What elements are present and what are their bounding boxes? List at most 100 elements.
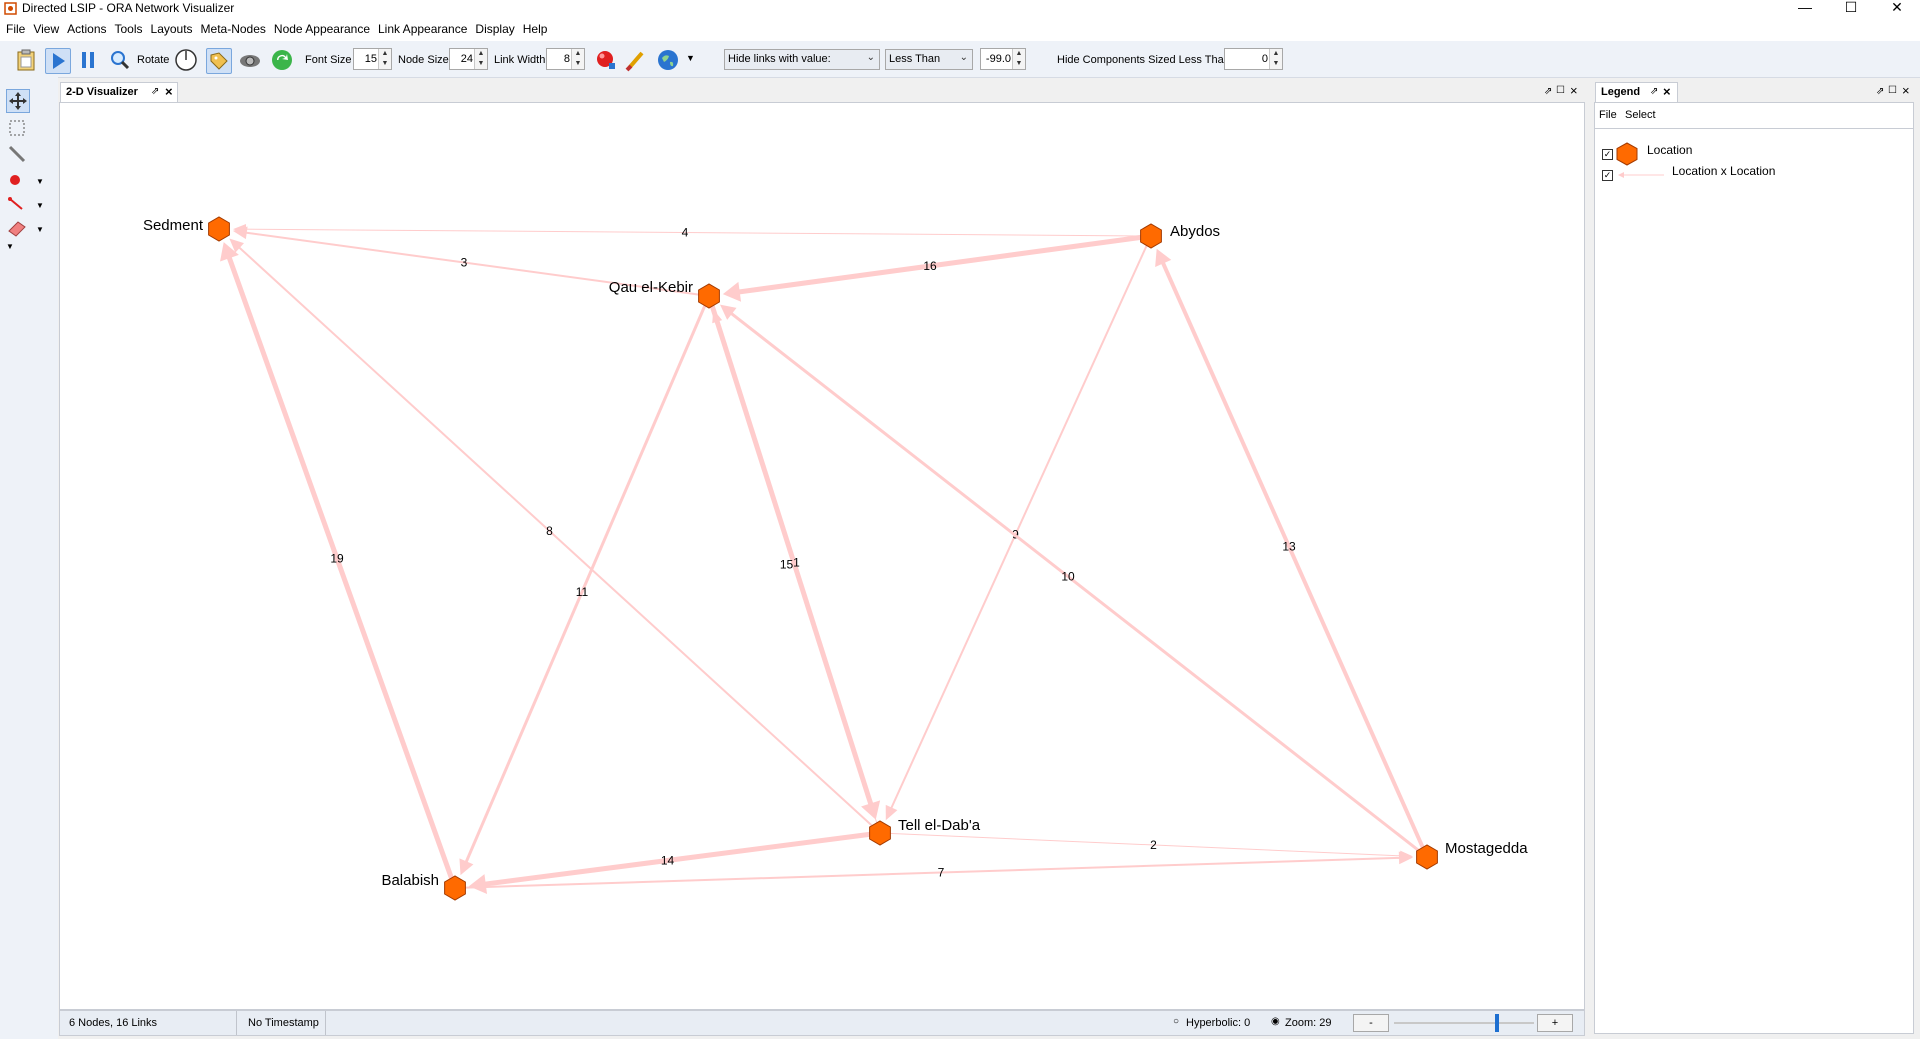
link-abydos-qau[interactable] xyxy=(730,233,1152,296)
link-abydos-tell[interactable] xyxy=(888,235,1152,814)
close-button[interactable]: ✕ xyxy=(1874,0,1920,17)
select-rectangle-icon[interactable] xyxy=(6,117,28,139)
dropdown-arrow-icon[interactable]: ▼ xyxy=(36,201,44,210)
spinner-arrows-icon[interactable]: ▲ ▼ xyxy=(474,49,487,69)
close-tab-icon[interactable]: × xyxy=(165,84,173,99)
pin-icon[interactable]: ⇗ xyxy=(1650,86,1658,97)
close-tab-icon[interactable]: × xyxy=(1663,84,1671,99)
node-label: Qau el-Kebir xyxy=(609,279,693,296)
window-title: Directed LSIP - ORA Network Visualizer xyxy=(22,1,235,15)
link-mostagedda-qau[interactable] xyxy=(725,308,1428,859)
link-tell-mostagedda[interactable] xyxy=(879,832,1406,857)
network-graph[interactable]: 431619811151910131427SedmentAbydosQau el… xyxy=(60,103,1584,1009)
menu-view[interactable]: View xyxy=(29,17,63,41)
link-value-label: 1 xyxy=(793,556,800,570)
graph-canvas[interactable]: 431619811151910131427SedmentAbydosQau el… xyxy=(59,102,1585,1010)
play-icon[interactable] xyxy=(45,48,71,74)
pane-maximize-icon[interactable]: ☐ xyxy=(1888,85,1897,96)
zoom-slider-track[interactable] xyxy=(1394,1022,1534,1024)
red-ball-icon[interactable] xyxy=(594,48,618,72)
refresh-icon[interactable] xyxy=(270,48,294,72)
node-sedment[interactable] xyxy=(208,216,230,242)
spinner-arrows-icon[interactable]: ▲ ▼ xyxy=(571,49,584,69)
menu-node-appearance[interactable]: Node Appearance xyxy=(270,17,374,41)
legend-checkbox-location[interactable]: ✓ xyxy=(1602,149,1613,160)
move-tool-icon[interactable] xyxy=(6,89,30,113)
spinner-arrows-icon[interactable]: ▲ ▼ xyxy=(378,49,391,69)
clipboard-icon[interactable] xyxy=(14,48,38,72)
menu-help[interactable]: Help xyxy=(519,17,552,41)
minimize-button[interactable]: — xyxy=(1782,0,1828,17)
legend-checkbox-location-x-location[interactable]: ✓ xyxy=(1602,170,1613,181)
node-tell[interactable] xyxy=(869,820,891,846)
link-balabish-sedment[interactable] xyxy=(224,248,458,889)
threshold-spinner[interactable]: -99.0 ▲ ▼ xyxy=(980,48,1026,70)
zoom-in-button[interactable]: + xyxy=(1537,1014,1573,1032)
pane-close-icon[interactable]: × xyxy=(1902,83,1910,98)
zoom-radio[interactable]: ◉ xyxy=(1271,1016,1280,1027)
paint-brush-icon[interactable] xyxy=(624,48,648,72)
tab-legend[interactable]: Legend ⇗ × xyxy=(1595,82,1678,102)
eraser-icon[interactable] xyxy=(6,217,28,239)
dropdown-arrow-icon[interactable]: ▼ xyxy=(686,53,695,63)
menu-layouts[interactable]: Layouts xyxy=(147,17,197,41)
menu-display[interactable]: Display xyxy=(471,17,518,41)
node-balabish[interactable] xyxy=(444,875,466,901)
rotate-dial-icon[interactable] xyxy=(174,48,198,72)
legend-menu-file[interactable]: File xyxy=(1599,109,1617,121)
tab-label: Legend xyxy=(1601,86,1641,98)
tab-2d-visualizer[interactable]: 2-D Visualizer ⇗ × xyxy=(60,82,178,102)
add-node-icon[interactable] xyxy=(6,169,28,191)
dropdown-arrow-icon[interactable]: ▼ xyxy=(36,225,44,234)
add-link-icon[interactable] xyxy=(6,193,28,215)
dropdown-arrow-icon[interactable]: ▼ xyxy=(36,177,44,186)
spinner-arrows-icon[interactable]: ▲ ▼ xyxy=(1012,49,1025,69)
node-label: Sedment xyxy=(143,217,204,234)
link-abydos-sedment[interactable] xyxy=(240,228,1152,237)
node-qau[interactable] xyxy=(698,283,720,309)
hide-links-select[interactable]: Hide links with value: ⌄ xyxy=(724,49,880,70)
node-label: Abydos xyxy=(1170,223,1220,240)
menu-meta-nodes[interactable]: Meta-Nodes xyxy=(197,17,270,41)
globe-icon[interactable] xyxy=(656,48,680,72)
font-size-spinner[interactable]: 15 ▲ ▼ xyxy=(353,48,392,70)
chevron-down-icon: ⌄ xyxy=(866,52,875,63)
status-bar: 6 Nodes, 16 Links No Timestamp ○ Hyperbo… xyxy=(59,1010,1585,1036)
zoom-slider-thumb[interactable] xyxy=(1495,1014,1499,1032)
pane-close-icon[interactable]: × xyxy=(1570,83,1578,98)
node-size-spinner[interactable]: 24 ▲ ▼ xyxy=(449,48,488,70)
comparison-select[interactable]: Less Than ⌄ xyxy=(885,49,973,70)
menu-tools[interactable]: Tools xyxy=(111,17,147,41)
link-value-label: 16 xyxy=(923,259,937,273)
link-qau-balabish[interactable] xyxy=(462,295,711,869)
lasso-icon[interactable] xyxy=(6,143,28,165)
hide-components-spinner[interactable]: 0 ▲ ▼ xyxy=(1224,48,1283,70)
label-tag-icon[interactable] xyxy=(206,48,232,74)
pause-icon[interactable] xyxy=(76,48,100,72)
more-tools-arrow-icon[interactable]: ▼ xyxy=(6,242,14,251)
menu-file[interactable]: File xyxy=(0,17,29,41)
camera-icon[interactable] xyxy=(238,48,262,72)
node-mostagedda[interactable] xyxy=(1416,844,1438,870)
zoom-out-button[interactable]: - xyxy=(1353,1014,1389,1032)
pane-pin-icon[interactable]: ⇗ xyxy=(1876,86,1884,97)
hyperbolic-radio[interactable]: ○ xyxy=(1173,1016,1179,1027)
link-width-spinner[interactable]: 8 ▲ ▼ xyxy=(546,48,585,70)
menu-actions[interactable]: Actions xyxy=(63,17,110,41)
spinner-arrows-icon[interactable]: ▲ ▼ xyxy=(1269,49,1282,69)
zoom-search-icon[interactable] xyxy=(108,48,132,72)
title-bar: Directed LSIP - ORA Network Visualizer —… xyxy=(0,0,1920,17)
separator xyxy=(236,1011,237,1035)
link-value-label: 10 xyxy=(1061,570,1075,584)
pane-pin-icon[interactable]: ⇗ xyxy=(1544,86,1552,97)
pin-icon[interactable]: ⇗ xyxy=(151,86,159,97)
node-link-count: 6 Nodes, 16 Links xyxy=(69,1017,158,1029)
legend-menu-select[interactable]: Select xyxy=(1625,109,1656,121)
maximize-button[interactable]: ☐ xyxy=(1828,0,1874,17)
link-mostagedda-abydos[interactable] xyxy=(1158,255,1429,858)
link-tell-qau[interactable] xyxy=(715,316,881,834)
link-balabish-mostagedda[interactable] xyxy=(454,856,1406,889)
pane-maximize-icon[interactable]: ☐ xyxy=(1556,85,1565,96)
menu-link-appearance[interactable]: Link Appearance xyxy=(374,17,471,41)
node-abydos[interactable] xyxy=(1140,223,1162,249)
